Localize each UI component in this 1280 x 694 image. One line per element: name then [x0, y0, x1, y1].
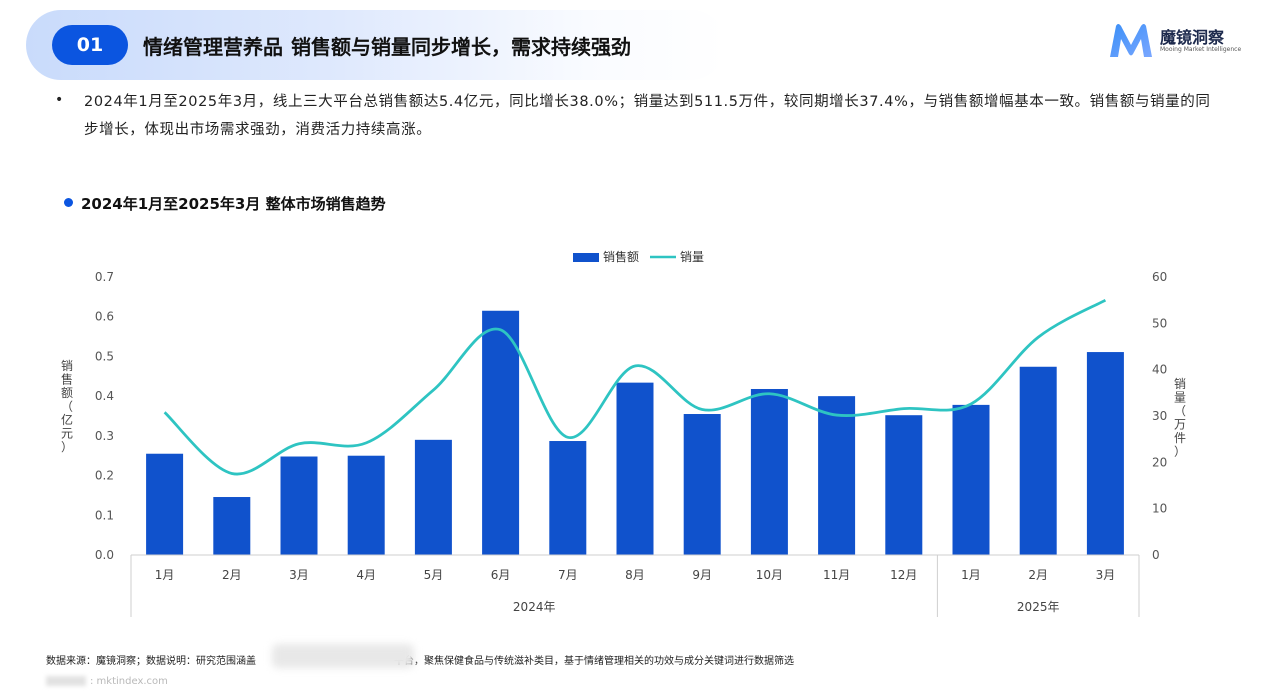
brand-name: 魔镜洞察 [1160, 28, 1225, 47]
sales-trend-chart: 销售额 销量 0.0 0.1 0.2 0.3 0.4 0.5 0.6 0.7 0 10 20 30 40 50… [61, 249, 1186, 617]
legend-swatch-bar [573, 253, 599, 262]
bar-sales [347, 455, 385, 555]
x-tick-label: 6月 [491, 568, 511, 582]
subhead-bullet [64, 198, 73, 207]
summary-paragraph: 2024年1月至2025年3月，线上三大平台总销售额达5.4亿元，同比增长38.… [84, 94, 1211, 138]
y-left-tick-label: 0.3 [95, 429, 114, 443]
y-right-tick-label: 20 [1152, 455, 1167, 469]
y-right-tick-label: 0 [1152, 548, 1160, 562]
page-title-subtitle: 销售额与销量同步增长，需求持续强劲 [291, 35, 631, 59]
bar-sales [683, 414, 721, 555]
y-right-tick-label: 40 [1152, 363, 1167, 377]
y-right-tick-label: 50 [1152, 316, 1167, 330]
bar-sales [616, 382, 654, 555]
page-title: 情绪管理营养品 销售额与销量同步增长，需求持续强劲 [143, 31, 631, 60]
y-right-tick-label: 60 [1152, 270, 1167, 284]
y-right-axis-title: 销量（万件） [1174, 377, 1186, 459]
legend-label-bar: 销售额 [603, 249, 639, 264]
x-group-label: 2024年 [513, 600, 556, 614]
bar-sales [146, 453, 184, 555]
chart-section-title: 2024年1月至2025年3月 整体市场销售趋势 [81, 195, 386, 213]
y-left-tick-label: 0.7 [95, 270, 114, 284]
bar-sales [213, 497, 251, 555]
bullet-marker: • [55, 92, 64, 108]
x-tick-label: 1月 [961, 568, 981, 582]
bar-sales [1086, 352, 1124, 555]
x-tick-label: 3月 [289, 568, 309, 582]
y-left-tick-label: 0.4 [95, 389, 114, 403]
y-left-tick-label: 0.5 [95, 349, 114, 363]
bar-sales [414, 439, 452, 555]
x-tick-label: 12月 [890, 568, 917, 582]
x-tick-label: 7月 [558, 568, 578, 582]
x-tick-label: 3月 [1096, 568, 1116, 582]
watermark-text: : mktindex.com [90, 676, 168, 687]
watermark: : mktindex.com [46, 676, 168, 687]
brand-tagline: Mooing Market Intelligence [1160, 46, 1242, 53]
x-tick-label: 1月 [155, 568, 175, 582]
x-tick-label: 5月 [424, 568, 444, 582]
bar-sales [818, 396, 856, 555]
x-tick-label: 11月 [823, 568, 850, 582]
y-left-axis-title: 销售额（亿元） [61, 359, 73, 454]
data-source-text-1: 数据来源：魔镜洞察；数据说明：研究范围涵盖 [46, 656, 256, 667]
y-right-tick-label: 10 [1152, 502, 1167, 516]
x-tick-label: 4月 [356, 568, 376, 582]
x-group-label: 2025年 [1017, 600, 1060, 614]
y-left-tick-label: 0.6 [95, 310, 114, 324]
bar-sales [549, 441, 587, 555]
legend-label-line: 销量 [680, 250, 704, 264]
y-left-tick-label: 0.2 [95, 469, 114, 483]
bar-sales [280, 456, 318, 555]
y-left-tick-label: 0.0 [95, 548, 114, 562]
y-right-tick-label: 30 [1152, 409, 1167, 423]
brand-m-icon [1110, 24, 1152, 57]
x-tick-label: 2月 [222, 568, 242, 582]
y-left-tick-label: 0.1 [95, 508, 114, 522]
x-tick-label: 9月 [692, 568, 712, 582]
section-number-badge: 01 [52, 25, 128, 65]
x-tick-label: 10月 [756, 568, 783, 582]
page-title-main: 情绪管理营养品 [143, 35, 283, 59]
bar-sales [952, 404, 990, 555]
x-tick-label: 2月 [1028, 568, 1048, 582]
bar-sales [885, 415, 923, 555]
brand-logo: 魔镜洞察 Mooing Market Intelligence [1108, 22, 1242, 62]
data-source-text-2: 平台，聚焦保健食品与传统滋补类目，基于情绪管理相关的功效与成分关键词进行数据筛选 [394, 656, 794, 667]
data-source-note: 数据来源：魔镜洞察；数据说明：研究范围涵盖 平台，聚焦保健食品与传统滋补类目，基于… [46, 652, 794, 667]
bar-sales [750, 388, 788, 555]
x-tick-label: 8月 [625, 568, 645, 582]
bar-sales [482, 310, 520, 555]
bar-sales [1019, 366, 1057, 555]
redacted-region [272, 644, 414, 668]
